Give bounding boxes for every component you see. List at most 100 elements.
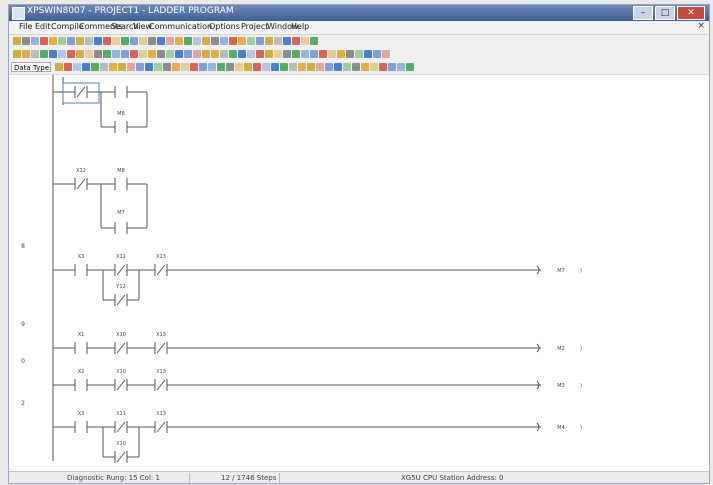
toolbar-button-icon[interactable] [100,63,108,71]
toolbar-button-icon[interactable] [163,63,171,71]
toolbar-button-icon[interactable] [157,50,165,58]
toolbar-button-icon[interactable] [166,50,174,58]
toolbar-button-icon[interactable] [64,63,72,71]
menu-project[interactable]: Project [241,22,268,31]
toolbar-button-icon[interactable] [157,37,165,45]
toolbar-button-icon[interactable] [49,50,57,58]
toolbar-button-icon[interactable] [13,37,21,45]
toolbar-button-icon[interactable] [211,50,219,58]
toolbar-button-icon[interactable] [73,63,81,71]
toolbar-button-icon[interactable] [193,50,201,58]
toolbar-button-icon[interactable] [112,37,120,45]
toolbar-button-icon[interactable] [208,63,216,71]
toolbar-button-icon[interactable] [274,37,282,45]
toolbar-button-icon[interactable] [226,63,234,71]
toolbar-button-icon[interactable] [247,37,255,45]
toolbar-button-icon[interactable] [346,50,354,58]
toolbar-button-icon[interactable] [22,50,30,58]
toolbar-button-icon[interactable] [229,37,237,45]
toolbar-button-icon[interactable] [301,37,309,45]
toolbar-button-icon[interactable] [199,63,207,71]
toolbar-button-icon[interactable] [103,37,111,45]
toolbar-button-icon[interactable] [364,50,372,58]
toolbar-button-icon[interactable] [337,50,345,58]
toolbar-button-icon[interactable] [118,63,126,71]
toolbar-button-icon[interactable] [67,37,75,45]
toolbar-button-icon[interactable] [148,37,156,45]
toolbar-button-icon[interactable] [325,63,333,71]
toolbar-button-icon[interactable] [94,37,102,45]
toolbar-button-icon[interactable] [229,50,237,58]
menu-options[interactable]: Options [209,22,240,31]
toolbar-button-icon[interactable] [247,50,255,58]
toolbar-button-icon[interactable] [55,63,63,71]
toolbar-button-icon[interactable] [220,50,228,58]
toolbar-button-icon[interactable] [370,63,378,71]
toolbar-button-icon[interactable] [13,50,21,58]
toolbar-button-icon[interactable] [94,50,102,58]
toolbar-button-icon[interactable] [40,37,48,45]
toolbar-button-icon[interactable] [85,50,93,58]
toolbar-button-icon[interactable] [76,50,84,58]
toolbar-button-icon[interactable] [136,63,144,71]
toolbar-button-icon[interactable] [109,63,117,71]
toolbar-button-icon[interactable] [211,37,219,45]
toolbar-button-icon[interactable] [406,63,414,71]
toolbar-button-icon[interactable] [301,50,309,58]
toolbar-button-icon[interactable] [265,37,273,45]
toolbar-button-icon[interactable] [49,37,57,45]
toolbar-button-icon[interactable] [292,37,300,45]
toolbar-button-icon[interactable] [334,63,342,71]
toolbar-button-icon[interactable] [283,50,291,58]
toolbar-button-icon[interactable] [397,63,405,71]
toolbar-button-icon[interactable] [130,37,138,45]
toolbar-button-icon[interactable] [217,63,225,71]
toolbar-button-icon[interactable] [121,37,129,45]
toolbar-button-icon[interactable] [31,50,39,58]
toolbar-button-icon[interactable] [238,50,246,58]
maximize-button[interactable]: □ [655,6,675,20]
toolbar-button-icon[interactable] [130,50,138,58]
toolbar-button-icon[interactable] [121,50,129,58]
toolbar-button-icon[interactable] [292,50,300,58]
toolbar-button-icon[interactable] [139,50,147,58]
toolbar-button-icon[interactable] [175,50,183,58]
toolbar-button-icon[interactable] [343,63,351,71]
toolbar-button-icon[interactable] [22,37,30,45]
toolbar-button-icon[interactable] [58,37,66,45]
toolbar-button-icon[interactable] [319,50,327,58]
toolbar-button-icon[interactable] [298,63,306,71]
toolbar-button-icon[interactable] [379,63,387,71]
toolbar-button-icon[interactable] [127,63,135,71]
toolbar-button-icon[interactable] [67,50,75,58]
toolbar-button-icon[interactable] [361,63,369,71]
toolbar-button-icon[interactable] [139,37,147,45]
toolbar-button-icon[interactable] [238,37,246,45]
close-button[interactable]: ✕ [677,6,705,20]
toolbar-button-icon[interactable] [328,50,336,58]
toolbar-button-icon[interactable] [202,37,210,45]
toolbar-button-icon[interactable] [184,50,192,58]
toolbar-button-icon[interactable] [220,37,228,45]
toolbar-button-icon[interactable] [166,37,174,45]
toolbar-button-icon[interactable] [382,50,390,58]
toolbar-button-icon[interactable] [352,63,360,71]
toolbar-button-icon[interactable] [31,37,39,45]
toolbar-button-icon[interactable] [103,50,111,58]
toolbar-button-icon[interactable] [154,63,162,71]
toolbar-button-icon[interactable] [148,50,156,58]
toolbar-button-icon[interactable] [244,63,252,71]
toolbar-button-icon[interactable] [40,50,48,58]
toolbar-button-icon[interactable] [265,50,273,58]
toolbar-button-icon[interactable] [190,63,198,71]
toolbar-button-icon[interactable] [85,37,93,45]
toolbar-button-icon[interactable] [373,50,381,58]
menu-help[interactable]: Help [291,22,309,31]
toolbar-button-icon[interactable] [307,63,315,71]
menu-edit[interactable]: Edit [35,22,51,31]
toolbar-button-icon[interactable] [316,63,324,71]
toolbar-button-icon[interactable] [256,37,264,45]
minimize-button[interactable]: – [633,6,653,20]
mdi-close-icon[interactable]: × [697,21,705,31]
toolbar-button-icon[interactable] [202,50,210,58]
